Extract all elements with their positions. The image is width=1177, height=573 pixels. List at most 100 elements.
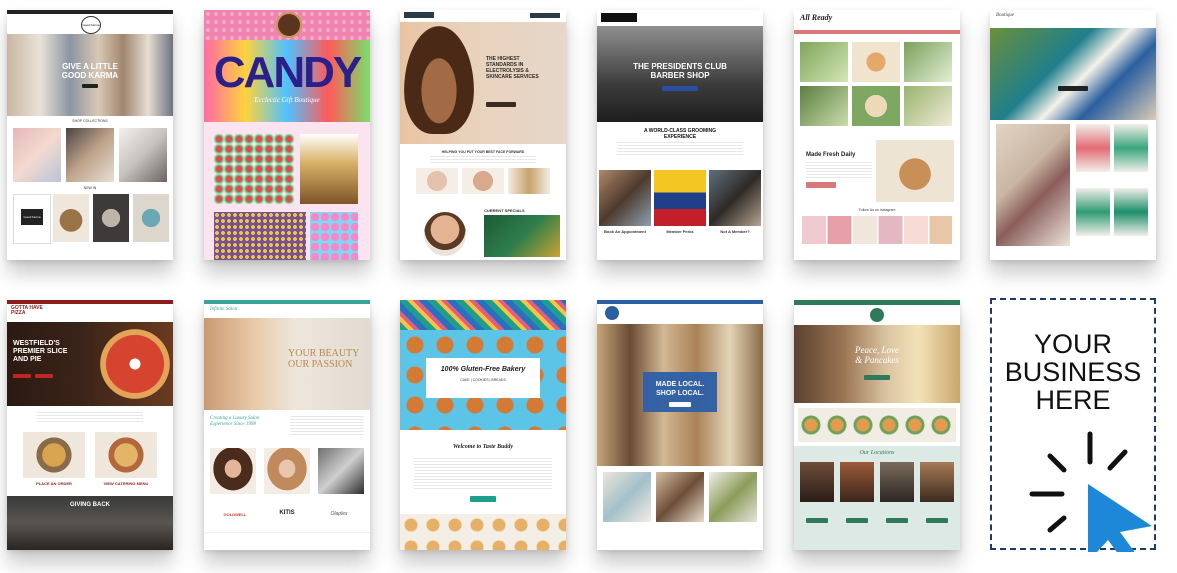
product-image[interactable] [1076, 188, 1110, 236]
tile-image[interactable] [852, 42, 900, 82]
location-image[interactable] [800, 462, 834, 502]
tile-image[interactable] [852, 86, 900, 126]
learn-more-button[interactable] [806, 182, 836, 188]
product-image[interactable] [93, 194, 129, 242]
product-image[interactable] [656, 472, 704, 522]
product-image[interactable] [1076, 124, 1110, 172]
website-thumbnail-peace-love-pancakes[interactable]: Peace, Love & Pancakes Our Locations [794, 300, 960, 550]
product-image[interactable] [214, 212, 306, 260]
menu-strip[interactable] [798, 408, 956, 442]
intro-text [806, 162, 872, 178]
content-area [204, 122, 370, 260]
tile-image[interactable] [904, 86, 952, 126]
specials-banner[interactable] [484, 215, 560, 257]
membership-image[interactable] [709, 170, 761, 226]
hero-headline: WESTFIELD'S PREMIER SLICE AND PIE [13, 340, 68, 363]
collection-image[interactable] [119, 128, 167, 182]
intro-text [414, 458, 552, 490]
service-image[interactable] [210, 448, 256, 494]
catering-link[interactable]: VIEW CATERING MENU [95, 481, 157, 486]
location-image[interactable] [880, 462, 914, 502]
product-image[interactable] [300, 134, 358, 204]
location-button[interactable] [846, 518, 868, 523]
hero-banner: CANDY Ecclectic Gift Boutique [204, 40, 370, 122]
location-image[interactable] [840, 462, 874, 502]
hero-button[interactable] [864, 375, 890, 380]
book-button[interactable] [530, 13, 560, 18]
website-thumbnail-sweet-karma[interactable]: Good Karma GIVE A LITTLE GOOD KARMA SHOP… [7, 10, 173, 260]
logo: GOTTA HAVE PIZZA [11, 305, 43, 316]
footer-strip [204, 532, 370, 550]
product-image[interactable] [709, 472, 757, 522]
product-image[interactable]: Good Karma [13, 194, 51, 244]
hero-button[interactable] [82, 84, 98, 88]
service-image[interactable] [318, 448, 364, 494]
order-link[interactable]: PLACE AN ORDER [23, 481, 85, 486]
hero-banner: THE PRESIDENTS CLUB BARBER SHOP [597, 26, 763, 122]
cursor-click-icon [1029, 431, 1152, 552]
location-image[interactable] [920, 462, 954, 502]
order-button[interactable] [470, 496, 496, 502]
collection-image[interactable] [66, 128, 114, 182]
appointment-image[interactable] [599, 170, 651, 226]
website-thumbnail-gotta-have-pizza[interactable]: GOTTA HAVE PIZZA WESTFIELD'S PREMIER SLI… [7, 300, 173, 550]
hero-banner: MADE LOCAL. SHOP LOCAL. [597, 324, 763, 466]
intro-text [290, 416, 364, 436]
product-image[interactable] [53, 194, 89, 242]
product-image[interactable] [1114, 188, 1148, 236]
tile-image[interactable] [904, 42, 952, 82]
service-image[interactable] [462, 168, 504, 194]
hero-button[interactable] [35, 374, 53, 378]
hero-banner [990, 28, 1156, 120]
hero-button[interactable] [13, 374, 31, 378]
hero-pattern [400, 300, 566, 330]
website-thumbnail-boutique-fashion[interactable]: Boutique [990, 10, 1156, 260]
service-image[interactable] [508, 168, 550, 194]
col-heading[interactable]: Not A Member? [709, 229, 761, 234]
hero-headline: MADE LOCAL. SHOP LOCAL. [655, 381, 705, 397]
catering-image[interactable] [95, 432, 157, 478]
website-thumbnail-made-local[interactable]: MADE LOCAL. SHOP LOCAL. [597, 300, 763, 550]
product-image[interactable] [310, 212, 358, 260]
website-thumbnail-gluten-free-bakery[interactable]: 100% Gluten-Free Bakery CAKE | COOKIES |… [400, 300, 566, 550]
hero-banner: THE HIGHEST STANDARDS IN ELECTROLYSIS & … [400, 22, 566, 144]
member-perks-image[interactable] [654, 170, 706, 226]
col-heading[interactable]: Member Perks [654, 229, 706, 234]
logo [276, 12, 302, 38]
order-image[interactable] [23, 432, 85, 478]
location-button[interactable] [886, 518, 908, 523]
service-image[interactable] [264, 448, 310, 494]
tile-image[interactable] [800, 42, 848, 82]
hero-button[interactable] [486, 102, 516, 107]
product-image[interactable] [133, 194, 169, 242]
product-image[interactable] [1114, 124, 1148, 172]
tile-image[interactable] [800, 86, 848, 126]
intro-text [37, 412, 143, 424]
hero-button[interactable] [1058, 86, 1088, 91]
hero-button[interactable] [662, 86, 698, 91]
header: Good Karma [7, 14, 173, 34]
hero-headline: CANDY [213, 48, 362, 97]
nav-bar [794, 30, 960, 34]
product-image[interactable] [603, 472, 651, 522]
website-thumbnail-candy-shop[interactable]: CANDY Ecclectic Gift Boutique [204, 10, 370, 260]
logo: All Ready [800, 13, 833, 22]
your-business-here-placeholder[interactable]: YOUR BUSINESS HERE [990, 298, 1156, 552]
product-image[interactable] [214, 134, 294, 204]
website-thumbnail-all-ready[interactable]: All Ready Made Fresh Daily Follow Us on … [794, 10, 960, 260]
col-heading[interactable]: Book An Appointment [599, 229, 651, 234]
location-button[interactable] [806, 518, 828, 523]
section-title: Follow Us on Instagram [858, 208, 896, 212]
hero-button[interactable] [669, 402, 691, 407]
website-thumbnail-electrolysis[interactable]: THE HIGHEST STANDARDS IN ELECTROLYSIS & … [400, 10, 566, 260]
collection-image[interactable] [13, 128, 61, 182]
instagram-grid[interactable] [802, 216, 952, 244]
hero-banner: YOUR BEAUTY OUR PASSION [204, 318, 370, 410]
service-image[interactable] [416, 168, 458, 194]
website-thumbnail-presidents-club[interactable]: THE PRESIDENTS CLUB BARBER SHOP A WORLD-… [597, 10, 763, 260]
location-button[interactable] [926, 518, 948, 523]
hero-banner: Peace, Love & Pancakes [794, 325, 960, 403]
feature-image[interactable] [996, 124, 1070, 246]
section-title: Creating a Luxury Salon Experience Since… [210, 416, 260, 427]
website-thumbnail-luxury-salon[interactable]: Infinite Salon YOUR BEAUTY OUR PASSION C… [204, 300, 370, 550]
